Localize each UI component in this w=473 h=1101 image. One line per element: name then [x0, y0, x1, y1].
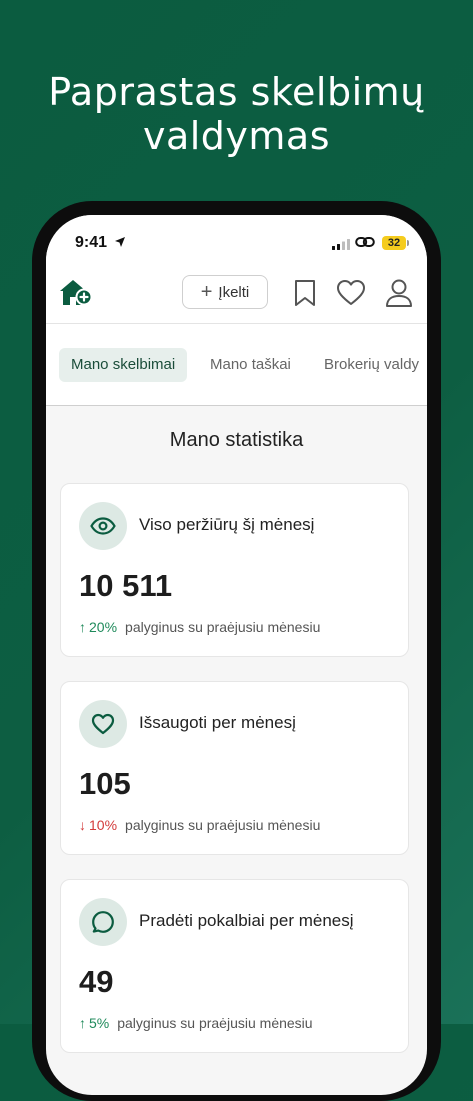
promo-title-line-2: valdymas [142, 114, 331, 158]
stat-label: Pradėti pokalbiai per mėnesį [139, 911, 354, 930]
upload-button[interactable]: + Įkelti [182, 275, 268, 309]
stat-change-note: palyginus su praėjusiu mėnesiu [125, 817, 321, 833]
stat-change-percent: 20% [89, 619, 118, 635]
stat-change: ↓ 10% palyginus su praėjusiu mėnesiu [79, 817, 320, 833]
promo-title-line-1: Paprastas skelbimų [48, 70, 425, 114]
heart-icon [91, 713, 115, 735]
location-arrow-icon [115, 237, 125, 247]
stat-label: Išsaugoti per mėnesį [139, 713, 296, 732]
stat-change-percent: 10% [89, 817, 118, 833]
cellular-signal-icon [332, 239, 350, 250]
stat-change-note: palyginus su praėjusiu mėnesiu [125, 619, 321, 635]
status-time: 9:41 [75, 234, 108, 251]
stat-label: Viso peržiūrų šį mėnesį [139, 515, 315, 534]
plus-icon: + [200, 281, 213, 303]
stat-icon-background [79, 700, 127, 748]
tabs-bar: Mano skelbimai Mano taškai Brokerių vald… [46, 324, 427, 406]
stat-change-note: palyginus su praėjusiu mėnesiu [117, 1015, 313, 1031]
stat-icon-background [79, 898, 127, 946]
stats-section-title: Mano statistika [169, 429, 304, 451]
stat-value: 49 [79, 964, 114, 999]
battery-indicator: 32 [382, 236, 406, 250]
chat-bubble-icon [92, 911, 114, 933]
stat-change: ↑ 20% palyginus su praėjusiu mėnesiu [79, 619, 320, 635]
personal-hotspot-icon [355, 237, 375, 247]
user-profile-icon[interactable] [385, 278, 413, 308]
home-add-icon[interactable] [58, 277, 94, 309]
upload-button-label: Įkelti [218, 283, 250, 301]
stat-card-views: Viso peržiūrų šį mėnesį 10 511 ↑ 20% pal… [60, 483, 409, 657]
app-header: + Įkelti [46, 265, 427, 324]
bookmark-icon[interactable] [293, 279, 317, 307]
promo-title: Paprastas skelbimų valdymas [0, 70, 473, 158]
status-bar: 9:41 32 [46, 215, 427, 265]
phone-screen: 9:41 32 + Įkelti Mano skelbimai Mano taš… [46, 215, 427, 1095]
stat-card-saved: Išsaugoti per mėnesį 105 ↓ 10% palyginus… [60, 681, 409, 855]
stat-value: 10 511 [79, 568, 173, 603]
stat-value: 105 [79, 766, 131, 801]
stat-change-percent: 5% [89, 1015, 110, 1031]
stat-card-conversations: Pradėti pokalbiai per mėnesį 49 ↑ 5% pal… [60, 879, 409, 1053]
arrow-up-icon: ↑ [79, 619, 86, 635]
battery-tip [407, 240, 409, 246]
tab-my-points[interactable]: Mano taškai [198, 348, 303, 382]
eye-icon [90, 517, 116, 535]
heart-icon[interactable] [336, 279, 366, 307]
arrow-up-icon: ↑ [79, 1015, 86, 1031]
stat-icon-background [79, 502, 127, 550]
tab-broker-management[interactable]: Brokerių valdy [312, 348, 427, 382]
arrow-down-icon: ↓ [79, 817, 86, 833]
stat-change: ↑ 5% palyginus su praėjusiu mėnesiu [79, 1015, 313, 1031]
tab-my-listings[interactable]: Mano skelbimai [59, 348, 188, 382]
